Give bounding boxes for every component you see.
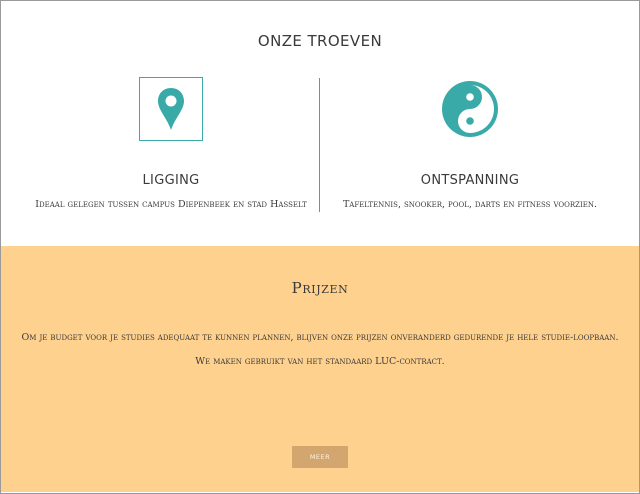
prijzen-title: Prijzen <box>291 279 349 297</box>
prijzen-text-budget: Om je budget voor je studies adequaat te… <box>21 332 619 343</box>
feature-title-ligging: LIGGING <box>142 173 200 188</box>
meer-button[interactable]: MEER <box>292 446 348 468</box>
feature-title-ontspanning: ONTSPANNING <box>420 173 520 188</box>
section-title: ONZE TROEVEN <box>257 32 383 50</box>
feature-text-ontspanning: Tafeltennis, snooker, pool, darts en fit… <box>342 199 598 210</box>
feature-text-ligging: Ideaal gelegen tussen campus Diepenbeek … <box>35 199 307 210</box>
prijzen-text-contract: We maken gebruikt van het standaard LUC-… <box>195 356 445 367</box>
feature-ontspanning: ONTSPANNING Tafeltennis, snooker, pool, … <box>320 77 620 210</box>
map-pin-icon <box>139 77 203 141</box>
troeven-section: ONZE TROEVEN LIGGING Ideaal gelegen tuss… <box>1 1 639 246</box>
yin-yang-icon <box>438 77 502 141</box>
prijzen-section: Prijzen Om je budget voor je studies ade… <box>1 246 639 492</box>
feature-ligging: LIGGING Ideaal gelegen tussen campus Die… <box>21 77 321 210</box>
